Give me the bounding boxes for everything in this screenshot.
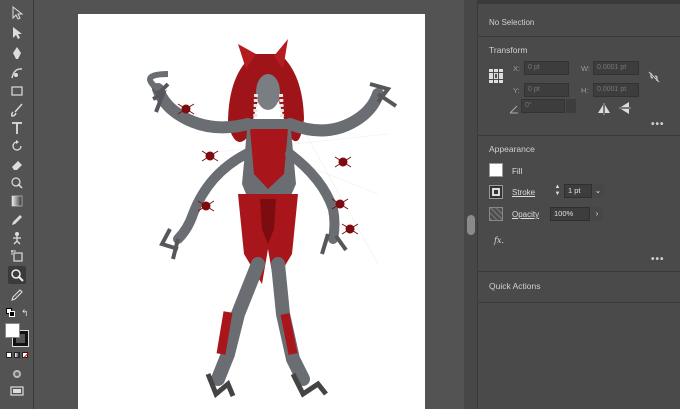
eyedropper-secondary-icon[interactable] [8,286,26,304]
divider [478,135,680,136]
spider-demon-illustration [147,39,398,399]
paintbrush-tool-icon[interactable] [8,101,26,119]
x-label: X: [513,64,521,73]
angle-dropdown[interactable] [566,99,576,113]
constrain-proportions-icon[interactable] [647,70,661,84]
divider [478,271,680,272]
fill-label: Fill [512,167,523,176]
stroke-weight-field[interactable]: 1 pt [564,184,592,198]
properties-panel: No Selection Transform X: 0 pt Y: 0 pt W… [477,0,680,409]
stroke-label[interactable]: Stroke [512,188,535,197]
canvas-vertical-scrollbar[interactable] [464,0,477,409]
rotate-angle-field[interactable]: 0° [521,99,565,113]
eraser-tool-icon[interactable] [8,156,26,174]
opacity-field[interactable]: 100% [550,207,590,221]
rectangle-tool-icon[interactable] [8,82,26,100]
h-label: H: [581,86,589,95]
opacity-label[interactable]: Opacity [512,210,539,219]
h-field[interactable]: 0.0001 pt [593,83,639,97]
flip-horizontal-icon[interactable] [597,102,611,115]
color-mode-icons[interactable] [6,352,30,359]
opacity-dropdown[interactable]: › [591,207,603,221]
pen-tool-icon[interactable] [8,44,26,62]
gradient-tool-icon[interactable] [8,192,26,210]
swap-colors-icon[interactable]: ↰ [21,308,31,318]
artboard-tool-icon[interactable] [8,247,26,265]
type-tool-icon[interactable] [8,119,26,137]
divider [478,36,680,37]
transform-title: Transform [489,45,528,55]
appearance-more-options-icon[interactable]: ••• [651,254,665,265]
x-field[interactable]: 0 pt [524,61,569,75]
default-colors-icon[interactable] [6,308,15,317]
shape-builder-tool-icon[interactable] [8,174,26,192]
tools-panel: ↰ [0,0,34,409]
eyedropper-tool-icon[interactable] [8,211,26,229]
divider [478,302,680,303]
canvas-area[interactable] [34,0,464,409]
direct-selection-tool-icon[interactable] [8,24,26,42]
opacity-icon [489,207,503,221]
panel-tab-strip [478,0,680,4]
scrollbar-thumb[interactable] [467,215,475,235]
quick-actions-title: Quick Actions [489,281,541,291]
stroke-weight-dropdown[interactable]: ⌄ [592,184,604,198]
fill-stroke-swatch[interactable] [5,323,29,347]
transform-more-options-icon[interactable]: ••• [651,119,665,130]
selection-tool-icon[interactable] [8,4,26,22]
reference-point-icon[interactable] [489,69,503,83]
stroke-swatch[interactable] [489,185,503,199]
rotate-tool-icon[interactable] [8,137,26,155]
zoom-tool-icon[interactable] [8,266,26,284]
rotate-angle-icon [509,101,519,114]
y-label: Y: [513,86,520,95]
fx-button[interactable]: fx. [494,236,504,245]
flip-vertical-icon[interactable] [619,101,631,115]
draw-mode-icon[interactable] [8,365,26,383]
puppet-warp-tool-icon[interactable] [8,229,26,247]
appearance-title: Appearance [489,144,535,154]
stroke-stepper[interactable]: ▲ ▼ [553,184,562,199]
fill-swatch[interactable] [489,163,503,177]
w-field[interactable]: 0.0001 pt [593,61,639,75]
screen-mode-icon[interactable] [8,382,26,400]
artboard[interactable] [78,14,425,409]
curvature-tool-icon[interactable] [8,64,26,82]
y-field[interactable]: 0 pt [524,83,569,97]
w-label: W: [581,64,591,73]
selection-status: No Selection [489,18,535,27]
